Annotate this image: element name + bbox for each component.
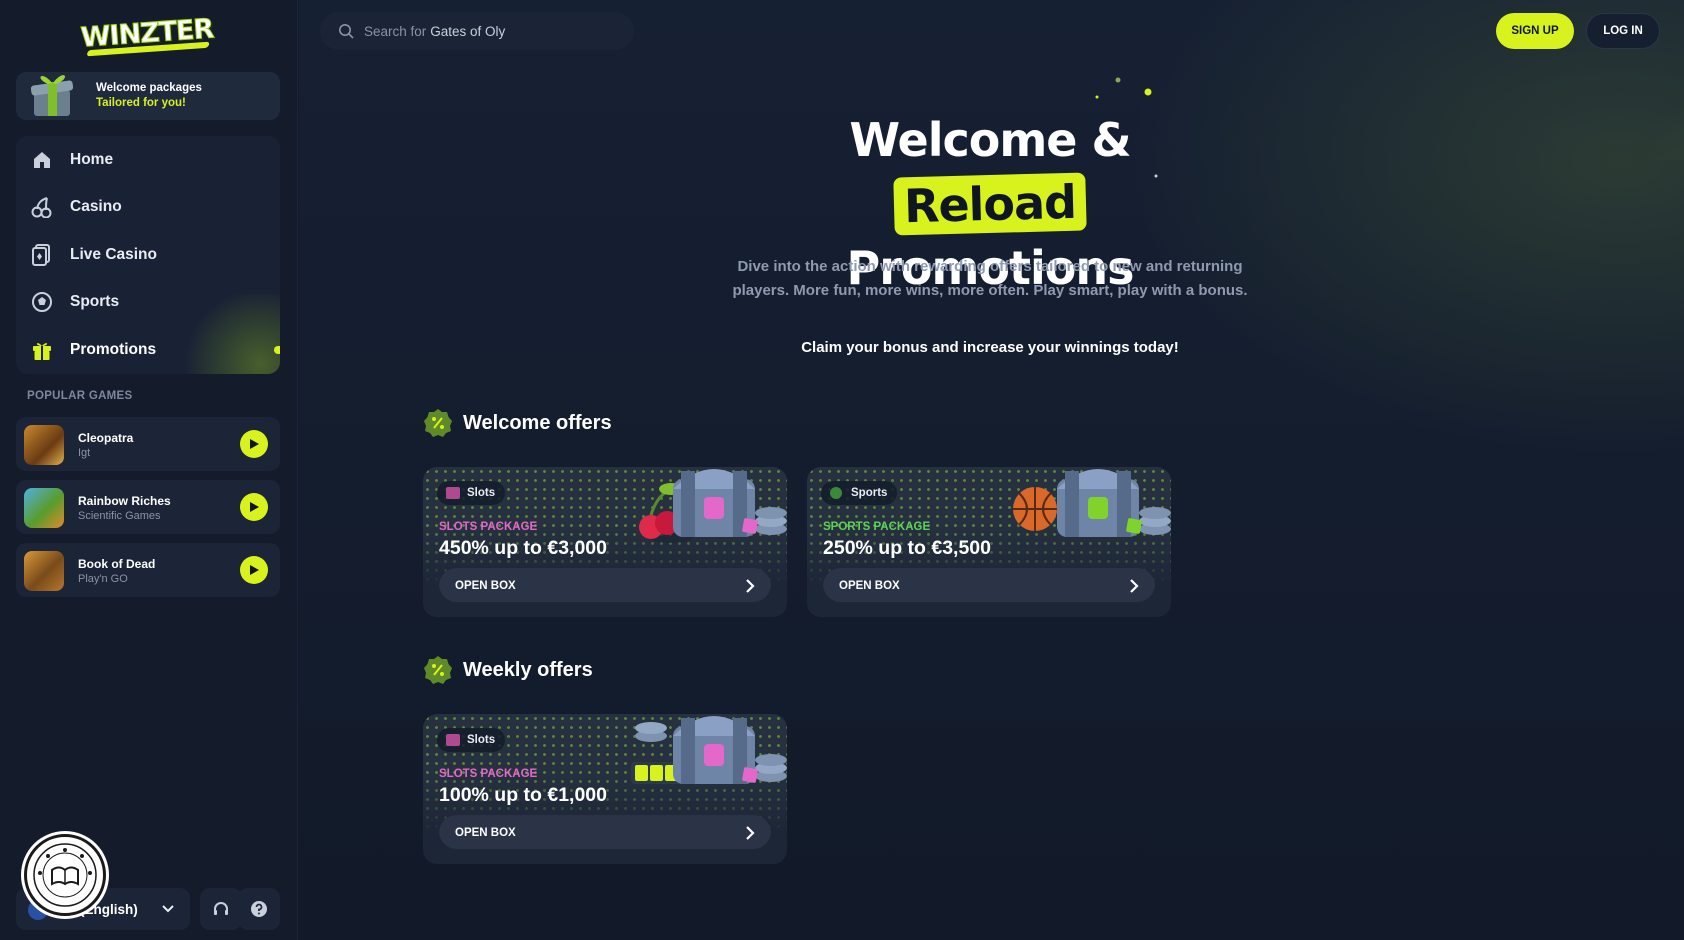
search-label: Search for — [364, 23, 427, 39]
search-suggestion: Gates of Oly — [430, 23, 506, 39]
section-title: Weekly offers — [463, 658, 593, 681]
bonus-amount: 100% up to €1,000 — [439, 784, 607, 806]
nav-label: Promotions — [70, 340, 157, 358]
game-thumbnail — [24, 551, 64, 591]
button-label: OPEN BOX — [839, 580, 900, 592]
game-name: Cleopatra — [78, 431, 134, 445]
gift-box-icon — [30, 75, 74, 116]
open-box-button[interactable]: OPEN BOX — [439, 815, 771, 851]
sign-up-button[interactable]: SIGN UP — [1496, 13, 1574, 49]
title-highlight: Reload — [893, 172, 1087, 236]
game-provider: Igt — [78, 447, 91, 459]
button-label: OPEN BOX — [455, 580, 516, 592]
nav-label: Sports — [70, 293, 120, 311]
percent-badge-icon — [424, 656, 452, 684]
chevron-right-icon — [746, 579, 755, 593]
treasure-chest-basketball-icon — [1013, 469, 1171, 537]
nav-label: Casino — [70, 198, 122, 216]
play-icon — [250, 439, 259, 449]
support-button[interactable] — [200, 888, 242, 930]
play-button[interactable] — [240, 430, 268, 458]
book-of-bonus-seal — [24, 834, 106, 916]
nav-item-sports[interactable]: Sports — [16, 279, 280, 327]
tag-label: Sports — [851, 487, 888, 499]
search-icon — [339, 24, 354, 39]
nav-item-live-casino[interactable]: Live Casino — [16, 231, 280, 279]
popular-game-item[interactable]: Cleopatra Igt — [16, 417, 280, 471]
nav-item-home[interactable]: Home — [16, 136, 280, 184]
game-name: Rainbow Riches — [78, 494, 171, 508]
slot-machine-icon — [446, 487, 460, 499]
open-box-button[interactable]: OPEN BOX — [439, 568, 771, 604]
claim-text: Claim your bonus and increase your winni… — [801, 339, 1179, 356]
sidebar: WINZTER Welcome packages Tailored for yo… — [0, 0, 298, 940]
main-nav: Home Casino Live Casino Sports Promotion… — [16, 136, 280, 374]
treasure-chest-cherry-icon — [639, 469, 787, 543]
section-title: Welcome offers — [463, 411, 612, 434]
slot-machine-icon — [446, 734, 460, 746]
book-of-bonus-logo-icon — [33, 843, 97, 907]
popular-game-item[interactable]: Book of Dead Play'n GO — [16, 543, 280, 597]
offer-card-sports-welcome[interactable]: Sports SPORTS PACKAGE 250% up to €3,500 … — [807, 467, 1171, 617]
gift-icon — [30, 338, 54, 362]
package-type: SLOTS PACKAGE — [439, 521, 538, 533]
treasure-chest-777-icon — [631, 716, 787, 784]
package-type: SPORTS PACKAGE — [823, 521, 931, 533]
play-icon — [250, 502, 259, 512]
log-in-button[interactable]: LOG IN — [1586, 13, 1660, 49]
title-part1: Welcome & — [849, 113, 1131, 167]
nav-label: Home — [70, 150, 114, 168]
game-thumbnail — [24, 488, 64, 528]
nav-item-promotions[interactable]: Promotions — [16, 326, 280, 374]
chevron-right-icon — [1130, 579, 1139, 593]
offer-card-slots-weekly[interactable]: Slots SLOTS PACKAGE 100% up to €1,000 OP… — [423, 714, 787, 864]
search-input[interactable]: Search for Gates of Oly — [320, 12, 634, 50]
chevron-down-icon — [162, 905, 174, 913]
offer-card-slots-welcome[interactable]: Slots SLOTS PACKAGE 450% up to €3,000 OP… — [423, 467, 787, 617]
active-indicator — [274, 346, 280, 354]
live-cards-icon — [30, 243, 54, 267]
percent-badge-icon — [424, 409, 452, 437]
popular-game-item[interactable]: Rainbow Riches Scientific Games — [16, 480, 280, 534]
play-button[interactable] — [240, 493, 268, 521]
nav-label: Live Casino — [70, 245, 157, 263]
cherry-icon — [30, 195, 54, 219]
weekly-offers-heading: Weekly offers — [423, 655, 593, 685]
package-type: SLOTS PACKAGE — [439, 768, 538, 780]
headset-icon — [214, 902, 228, 915]
popular-games-heading: POPULAR GAMES — [27, 390, 133, 402]
banner-line2: Tailored for you! — [96, 97, 186, 109]
play-icon — [250, 565, 259, 575]
game-thumbnail — [24, 425, 64, 465]
help-button[interactable] — [238, 888, 280, 930]
sports-icon — [830, 487, 842, 499]
button-label: OPEN BOX — [455, 827, 516, 839]
game-provider: Scientific Games — [78, 510, 161, 522]
nav-item-casino[interactable]: Casino — [16, 184, 280, 232]
category-tag: Sports — [821, 481, 898, 505]
winzter-logo[interactable]: WINZTER — [79, 8, 215, 59]
tag-label: Slots — [467, 734, 496, 746]
background-streak — [1636, 40, 1684, 160]
category-tag: Slots — [437, 481, 506, 505]
chevron-right-icon — [746, 826, 755, 840]
welcome-offers-heading: Welcome offers — [423, 408, 612, 438]
banner-line1: Welcome packages — [96, 82, 202, 94]
page-description: Dive into the action with rewarding offe… — [732, 258, 1248, 299]
open-box-button[interactable]: OPEN BOX — [823, 568, 1155, 604]
category-tag: Slots — [437, 728, 506, 752]
game-provider: Play'n GO — [78, 573, 128, 585]
bonus-amount: 250% up to €3,500 — [823, 537, 991, 559]
play-button[interactable] — [240, 556, 268, 584]
welcome-packages-banner[interactable]: Welcome packages Tailored for you! — [16, 72, 280, 120]
tag-label: Slots — [467, 487, 496, 499]
home-icon — [30, 148, 54, 172]
soccer-ball-icon — [30, 290, 54, 314]
game-name: Book of Dead — [78, 557, 156, 571]
bonus-amount: 450% up to €3,000 — [439, 537, 607, 559]
help-icon — [251, 901, 267, 917]
